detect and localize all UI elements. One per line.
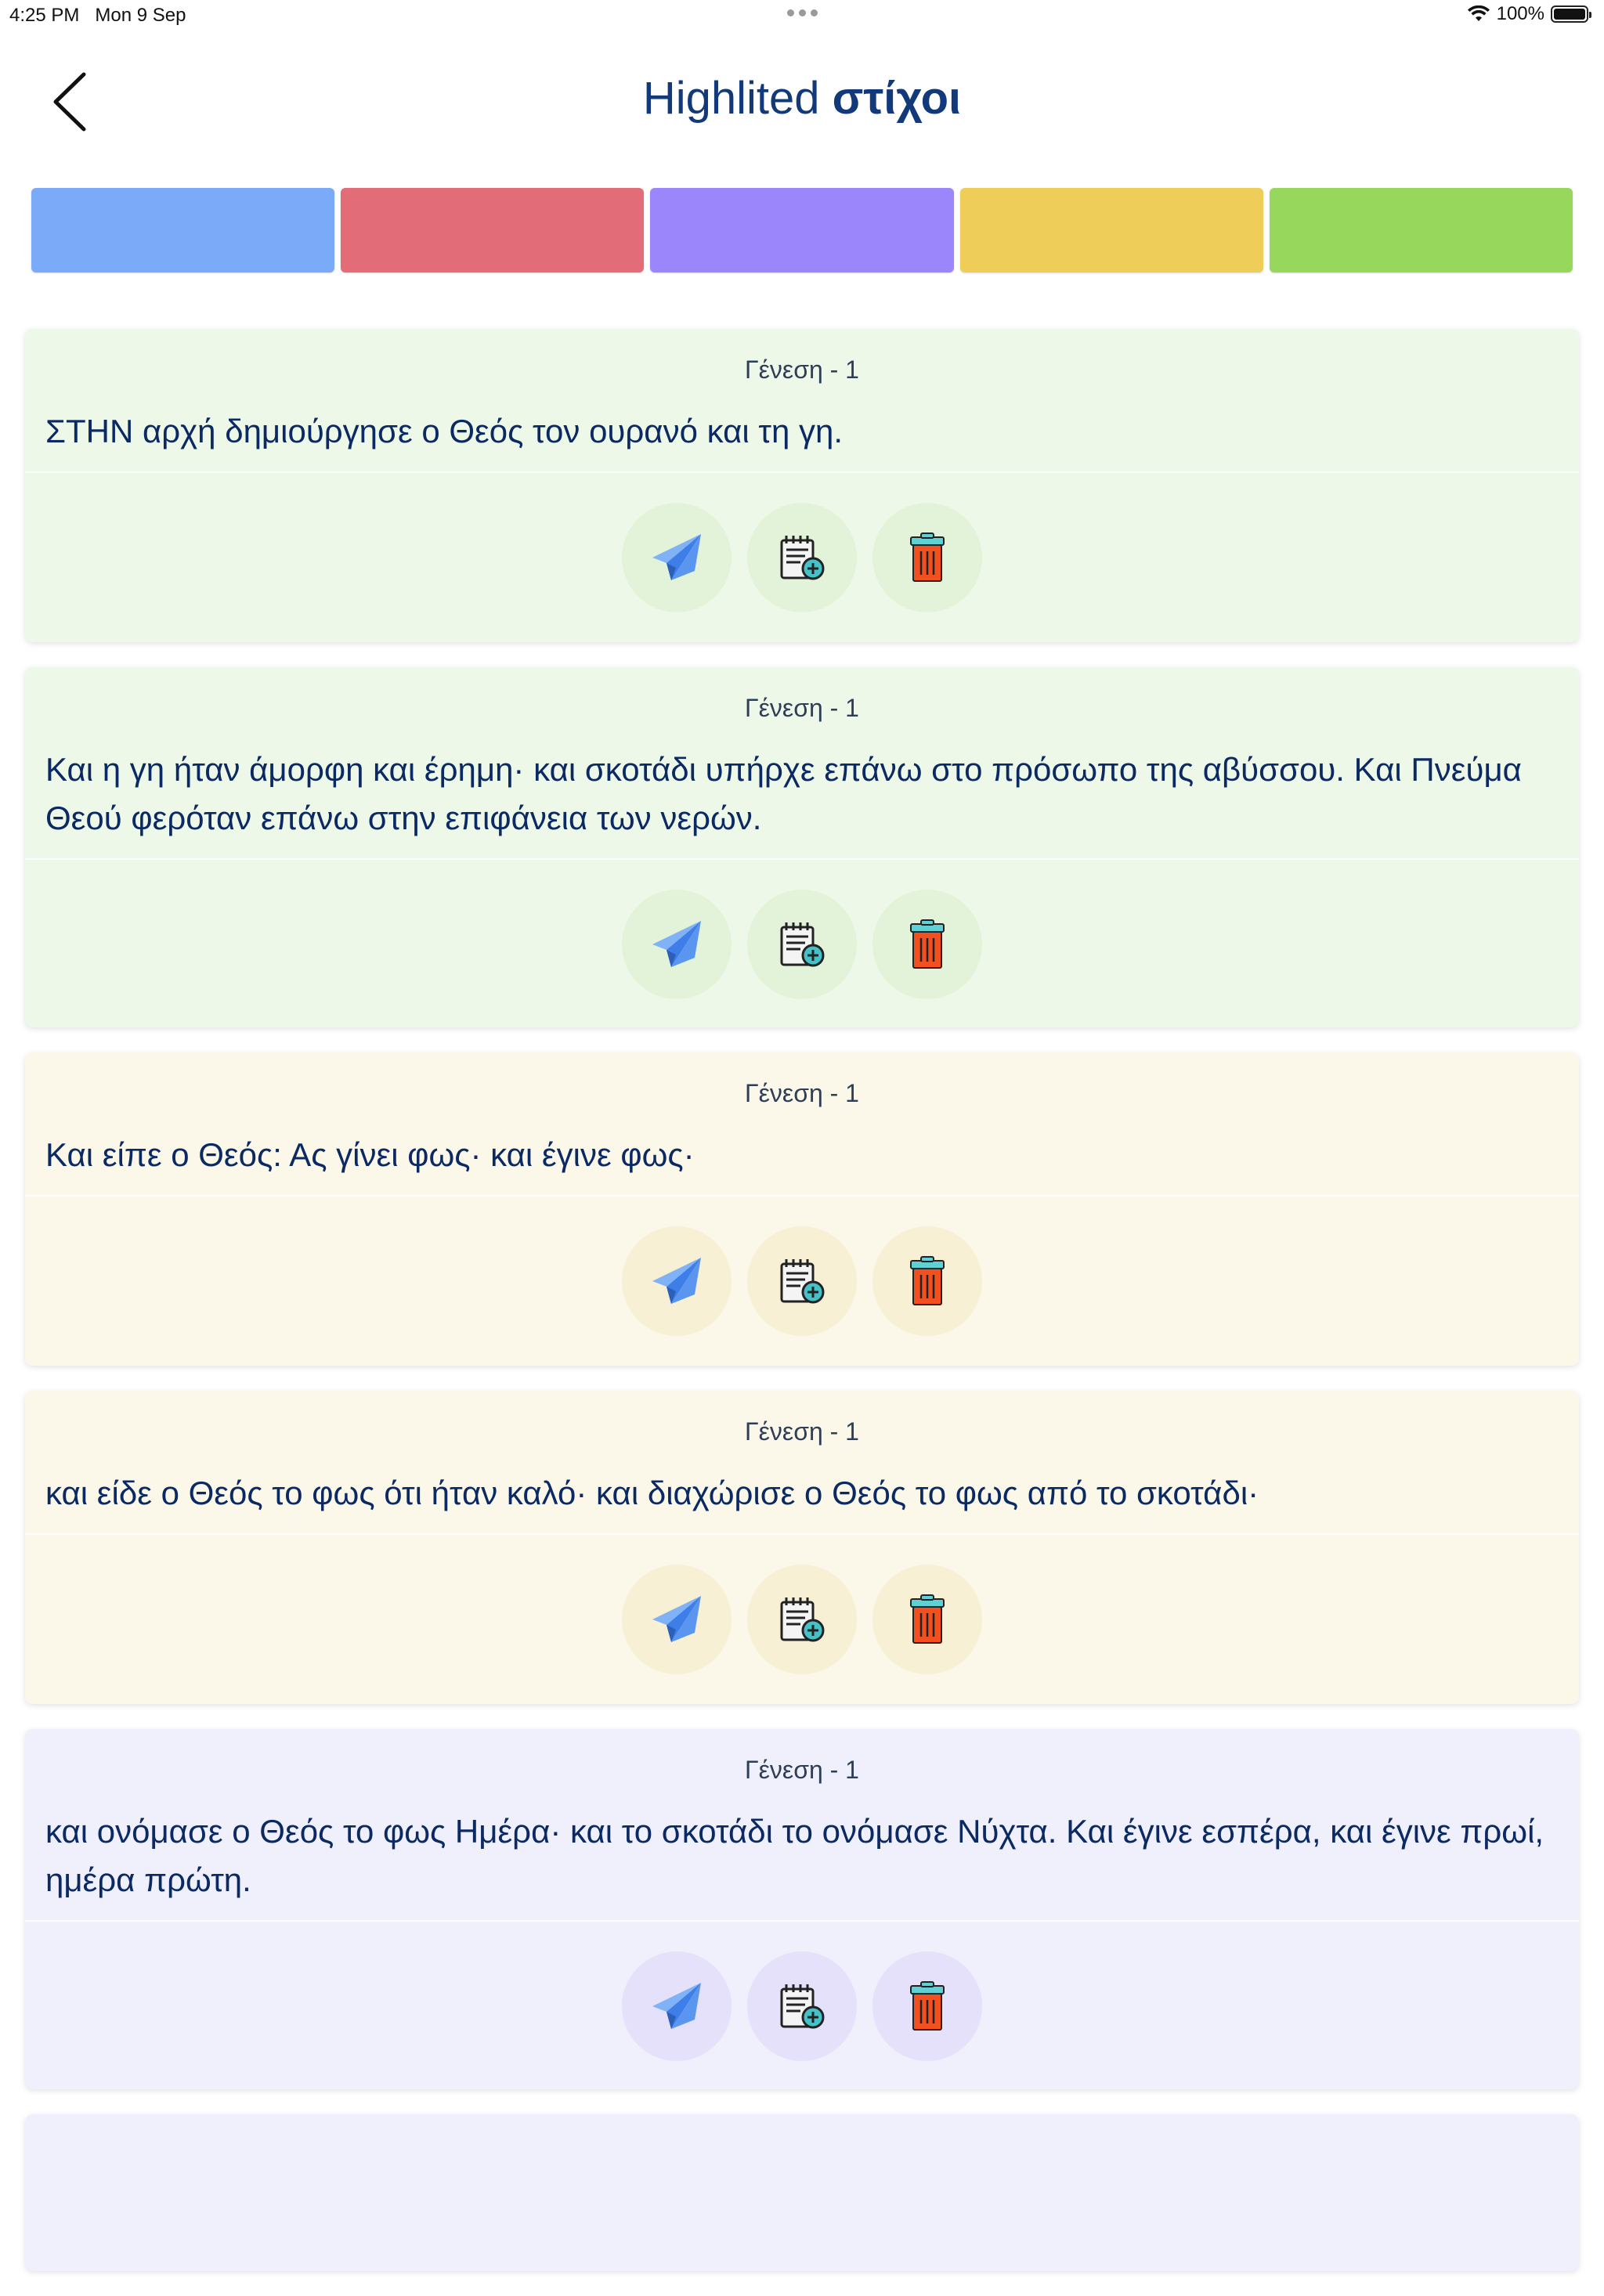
delete-button[interactable] bbox=[872, 1226, 982, 1336]
share-button[interactable] bbox=[622, 1565, 732, 1674]
add-note-button[interactable] bbox=[747, 1565, 857, 1674]
verse-reference: Γένεση - 1 bbox=[745, 1756, 859, 1784]
paper-plane-icon bbox=[652, 534, 701, 580]
trash-icon bbox=[910, 1981, 945, 2031]
trash-icon bbox=[910, 532, 945, 582]
add-note-icon bbox=[780, 1259, 825, 1304]
battery-percent: 100% bbox=[1496, 3, 1544, 24]
highlight-color-filter bbox=[31, 188, 1573, 273]
share-button[interactable] bbox=[622, 890, 732, 999]
delete-button[interactable] bbox=[872, 1951, 982, 2061]
verse-card-partial bbox=[25, 2114, 1579, 2271]
paper-plane-icon bbox=[652, 1596, 701, 1642]
add-note-button[interactable] bbox=[747, 1951, 857, 2061]
add-note-icon bbox=[780, 536, 825, 580]
color-swatch-red[interactable] bbox=[341, 188, 645, 273]
verse-card: Γένεση - 1 Και είπε ο Θεός: Ας γίνει φως… bbox=[25, 1052, 1579, 1366]
add-note-button[interactable] bbox=[747, 1226, 857, 1336]
verse-reference: Γένεση - 1 bbox=[745, 356, 859, 384]
verse-text: και ονόμασε ο Θεός το φως Ημέρα· και το … bbox=[45, 1813, 1544, 1898]
verse-text: Και η γη ήταν άμορφη και έρημη· και σκοτ… bbox=[45, 751, 1522, 836]
share-button[interactable] bbox=[622, 1226, 732, 1336]
status-bar: 4:25 PM Mon 9 Sep 100% bbox=[0, 0, 1604, 31]
share-button[interactable] bbox=[622, 1951, 732, 2061]
delete-button[interactable] bbox=[872, 890, 982, 999]
status-time: 4:25 PM bbox=[9, 5, 80, 26]
status-date: Mon 9 Sep bbox=[95, 5, 186, 26]
paper-plane-icon bbox=[652, 1258, 701, 1304]
verse-card: Γένεση - 1 ΣΤΗΝ αρχή δημιούργησε ο Θεός … bbox=[25, 329, 1579, 642]
verse-reference: Γένεση - 1 bbox=[745, 694, 859, 722]
verse-actions bbox=[25, 1197, 1579, 1355]
verse-card: Γένεση - 1 και είδε ο Θεός το φως ότι ήτ… bbox=[25, 1391, 1579, 1704]
trash-icon bbox=[910, 919, 945, 969]
status-time-date: 4:25 PM Mon 9 Sep bbox=[9, 5, 186, 27]
add-note-icon bbox=[780, 922, 825, 967]
verse-reference: Γένεση - 1 bbox=[745, 1417, 859, 1446]
add-note-icon bbox=[780, 1984, 825, 2029]
verse-actions bbox=[25, 473, 1579, 631]
multitasking-dots-icon[interactable] bbox=[783, 5, 821, 20]
delete-button[interactable] bbox=[872, 503, 982, 612]
verse-actions bbox=[25, 1535, 1579, 1693]
wifi-icon bbox=[1467, 5, 1490, 21]
trash-icon bbox=[910, 1594, 945, 1644]
share-button[interactable] bbox=[622, 503, 732, 612]
paper-plane-icon bbox=[652, 921, 701, 967]
paper-plane-icon bbox=[652, 1983, 701, 2029]
add-note-button[interactable] bbox=[747, 890, 857, 999]
verse-text: και είδε ο Θεός το φως ότι ήταν καλό· κα… bbox=[45, 1475, 1259, 1511]
verse-text: ΣΤΗΝ αρχή δημιούργησε ο Θεός τον ουρανό … bbox=[45, 413, 844, 449]
verse-text: Και είπε ο Θεός: Ας γίνει φως· και έγινε… bbox=[45, 1136, 695, 1173]
color-swatch-yellow[interactable] bbox=[959, 188, 1263, 273]
highlighted-verse-list: Γένεση - 1 ΣΤΗΝ αρχή δημιούργησε ο Θεός … bbox=[25, 329, 1579, 2296]
page-title: Highlited στίχοι bbox=[0, 72, 1604, 125]
verse-card: Γένεση - 1 Και η γη ήταν άμορφη και έρημ… bbox=[25, 667, 1579, 1027]
trash-icon bbox=[910, 1256, 945, 1305]
verse-actions bbox=[25, 860, 1579, 1018]
verse-actions bbox=[25, 1922, 1579, 2080]
color-swatch-green[interactable] bbox=[1269, 188, 1573, 273]
battery-icon bbox=[1551, 5, 1591, 23]
color-swatch-purple[interactable] bbox=[650, 188, 954, 273]
delete-button[interactable] bbox=[872, 1565, 982, 1674]
verse-reference: Γένεση - 1 bbox=[745, 1079, 859, 1107]
add-note-icon bbox=[780, 1597, 825, 1642]
verse-card: Γένεση - 1 και ονόμασε ο Θεός το φως Ημέ… bbox=[25, 1729, 1579, 2089]
page-title-part2: στίχοι bbox=[832, 73, 962, 124]
add-note-button[interactable] bbox=[747, 503, 857, 612]
page-title-part1: Highlited bbox=[642, 73, 820, 124]
color-swatch-blue[interactable] bbox=[31, 188, 335, 273]
status-right: 100% bbox=[1467, 3, 1591, 25]
